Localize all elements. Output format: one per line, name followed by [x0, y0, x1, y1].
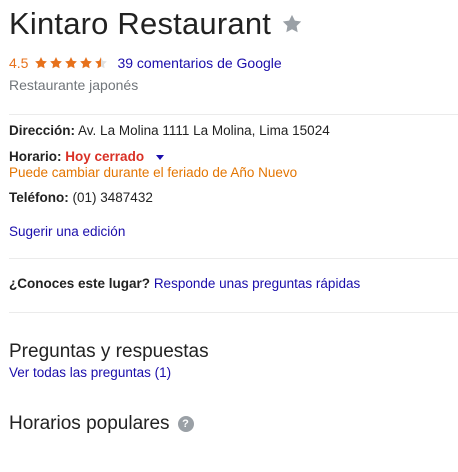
popular-times-row: Horarios populares? — [9, 413, 194, 435]
hours-status[interactable]: Hoy cerrado — [65, 149, 144, 164]
rating-number: 4.5 — [9, 55, 29, 71]
know-place-row: ¿Conoces este lugar? Responde unas pregu… — [9, 276, 360, 291]
caret-down-icon[interactable] — [155, 154, 164, 160]
help-circle-icon[interactable]: ? — [177, 416, 194, 432]
phone-value[interactable]: (01) 3487432 — [73, 190, 153, 205]
star-icon — [65, 57, 78, 69]
save-star-icon[interactable] — [281, 13, 303, 35]
hours-row: Horario: Hoy cerrado — [9, 149, 164, 164]
qa-title: Preguntas y respuestas — [9, 341, 209, 362]
rating-row: 4.5 39 comentarios de Google — [9, 55, 282, 71]
suggest-edit-row: Sugerir una edición — [9, 224, 125, 239]
phone-label: Teléfono: — [9, 190, 69, 205]
title-row: Kintaro Restaurant — [9, 4, 303, 44]
address-value: Av. La Molina 1111 La Molina, Lima 15024 — [78, 123, 330, 138]
qa-link-row: Ver todas las preguntas (1) — [9, 365, 171, 380]
divider — [9, 258, 458, 259]
star-icon — [50, 57, 63, 69]
address-row: Dirección: Av. La Molina 1111 La Molina,… — [9, 123, 330, 138]
address-label: Dirección: — [9, 123, 76, 138]
reviews-link[interactable]: 39 comentarios de Google — [117, 55, 281, 71]
holiday-note: Puede cambiar durante el feriado de Año … — [9, 165, 298, 180]
star-icon — [80, 57, 93, 69]
know-place-question: ¿Conoces este lugar? — [9, 276, 151, 291]
star-icon — [95, 57, 108, 69]
business-name: Kintaro Restaurant — [9, 6, 272, 41]
rating-stars — [34, 56, 109, 70]
popular-times-title: Horarios populares — [9, 413, 170, 434]
answer-questions-link[interactable]: Responde unas preguntas rápidas — [154, 276, 360, 291]
hours-label: Horario: — [9, 149, 62, 164]
phone-row: Teléfono: (01) 3487432 — [9, 190, 153, 205]
divider — [9, 114, 458, 115]
view-all-questions-link[interactable]: Ver todas las preguntas (1) — [9, 365, 171, 380]
star-icon — [35, 57, 48, 69]
suggest-edit-link[interactable]: Sugerir una edición — [9, 224, 125, 239]
business-category: Restaurante japonés — [9, 77, 139, 93]
divider — [9, 312, 458, 313]
